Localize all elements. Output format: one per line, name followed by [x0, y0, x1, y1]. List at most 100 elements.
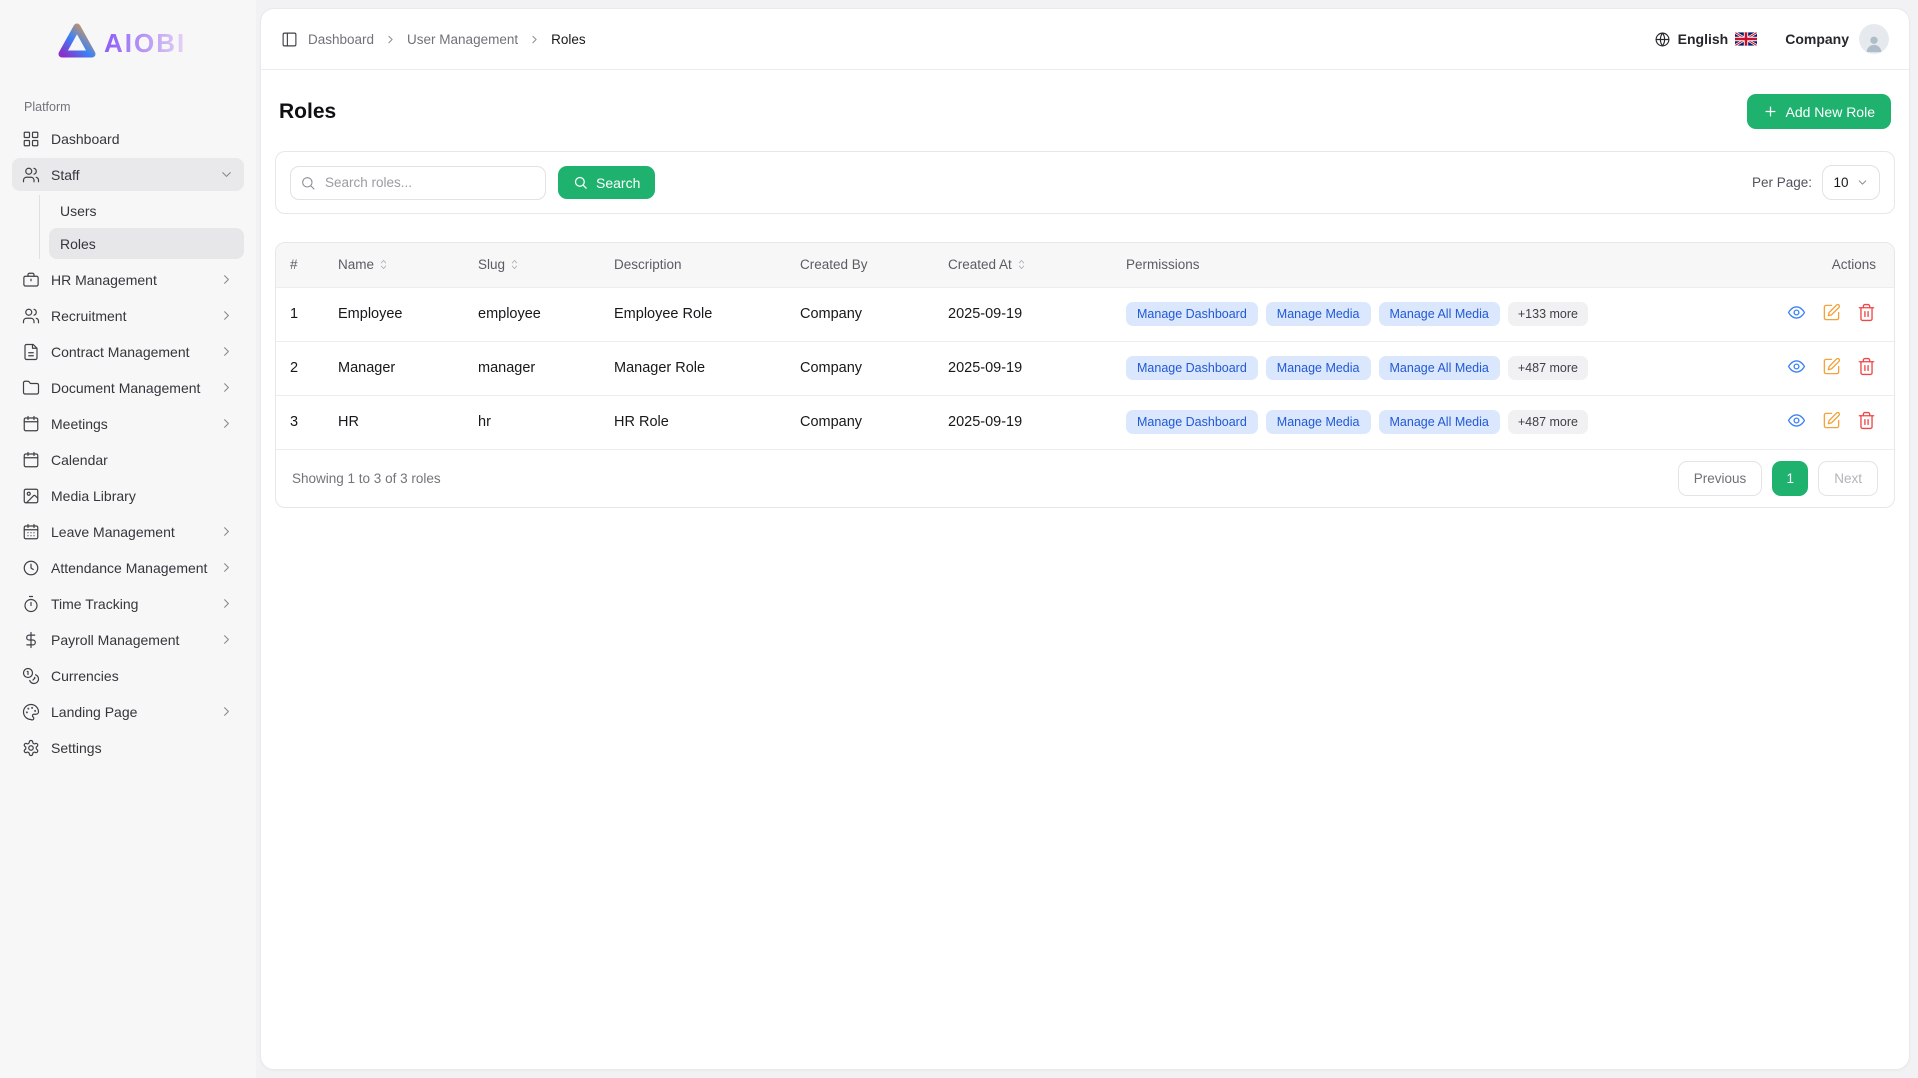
sidebar-item-payroll-management[interactable]: Payroll Management	[12, 623, 244, 656]
column-created-at[interactable]: Created At	[934, 243, 1112, 287]
calendar-icon	[22, 415, 40, 433]
cell-num: 2	[276, 341, 324, 395]
sidebar-section-label: Platform	[0, 90, 256, 122]
sidebar-item-attendance-management[interactable]: Attendance Management	[12, 551, 244, 584]
table-header-row: # Name Slug Description Created By Creat…	[276, 243, 1894, 287]
sidebar-item-settings[interactable]: Settings	[12, 731, 244, 764]
brand-logo: AIOBI	[0, 0, 256, 90]
sidebar-item-document-management[interactable]: Document Management	[12, 371, 244, 404]
sidebar-item-currencies[interactable]: Currencies	[12, 659, 244, 692]
column-num: #	[276, 243, 324, 287]
edit-icon[interactable]	[1822, 303, 1841, 322]
sidebar-item-media-library[interactable]: Media Library	[12, 479, 244, 512]
cell-created-by: Company	[786, 395, 934, 449]
column-slug[interactable]: Slug	[464, 243, 600, 287]
sidebar-item-leave-management[interactable]: Leave Management	[12, 515, 244, 548]
permission-badge: Manage Media	[1266, 410, 1371, 434]
per-page-select[interactable]: 10	[1822, 165, 1880, 200]
sidebar-item-label: Time Tracking	[51, 596, 138, 612]
cell-name: Employee	[324, 287, 464, 341]
next-page-button[interactable]: Next	[1818, 461, 1878, 496]
more-permissions-badge: +487 more	[1508, 410, 1588, 434]
column-name[interactable]: Name	[324, 243, 464, 287]
cell-name: HR	[324, 395, 464, 449]
account-menu[interactable]: Company	[1785, 24, 1889, 54]
page-1-button[interactable]: 1	[1772, 461, 1808, 496]
sidebar-item-recruitment[interactable]: Recruitment	[12, 299, 244, 332]
delete-icon[interactable]	[1857, 303, 1876, 322]
permission-badge: Manage All Media	[1379, 356, 1500, 380]
sidebar-item-dashboard[interactable]: Dashboard	[12, 122, 244, 155]
sidebar-toggle-icon[interactable]	[281, 31, 298, 48]
cell-slug: employee	[464, 287, 600, 341]
per-page-label: Per Page:	[1752, 175, 1812, 190]
dashboard-grid-icon	[22, 130, 40, 148]
sidebar-item-label: Payroll Management	[51, 632, 179, 648]
roles-table-container: # Name Slug Description Created By Creat…	[275, 242, 1895, 508]
cell-actions	[1764, 395, 1894, 449]
app-root: AIOBI Platform Dashboard Staff Users Rol…	[0, 0, 1918, 1078]
permission-badge: Manage Dashboard	[1126, 356, 1258, 380]
search-button[interactable]: Search	[558, 166, 655, 199]
sidebar-item-label: Media Library	[51, 488, 136, 504]
table-row: 3 HR hr HR Role Company 2025-09-19 Manag…	[276, 395, 1894, 449]
chevron-right-icon	[219, 416, 234, 431]
breadcrumb: Dashboard User Management Roles	[281, 31, 586, 48]
sidebar-item-label: Staff	[51, 167, 80, 183]
search-icon	[573, 175, 588, 190]
cell-created-at: 2025-09-19	[934, 395, 1112, 449]
delete-icon[interactable]	[1857, 357, 1876, 376]
delete-icon[interactable]	[1857, 411, 1876, 430]
sidebar-item-landing-page[interactable]: Landing Page	[12, 695, 244, 728]
cell-created-at: 2025-09-19	[934, 287, 1112, 341]
chevron-down-icon	[1856, 176, 1869, 189]
sidebar-item-hr-management[interactable]: HR Management	[12, 263, 244, 296]
add-new-role-button[interactable]: Add New Role	[1747, 94, 1892, 129]
staff-subnav: Users Roles	[39, 195, 244, 259]
view-icon[interactable]	[1787, 303, 1806, 322]
view-icon[interactable]	[1787, 357, 1806, 376]
sidebar-item-label: Currencies	[51, 668, 119, 684]
sidebar-item-label: Attendance Management	[51, 560, 207, 576]
cell-description: Manager Role	[600, 341, 786, 395]
search-input[interactable]	[290, 166, 546, 200]
sidebar-item-label: HR Management	[51, 272, 157, 288]
breadcrumb-user-management[interactable]: User Management	[407, 32, 518, 47]
sidebar-item-label: Users	[60, 203, 97, 219]
sidebar-item-time-tracking[interactable]: Time Tracking	[12, 587, 244, 620]
sidebar-item-calendar[interactable]: Calendar	[12, 443, 244, 476]
search-box	[290, 166, 546, 200]
view-icon[interactable]	[1787, 411, 1806, 430]
permission-badge: Manage Media	[1266, 356, 1371, 380]
add-new-role-label: Add New Role	[1786, 104, 1876, 120]
permission-badge: Manage All Media	[1379, 410, 1500, 434]
clock-icon	[22, 559, 40, 577]
previous-page-button[interactable]: Previous	[1678, 461, 1763, 496]
sidebar-item-label: Leave Management	[51, 524, 175, 540]
sidebar-item-meetings[interactable]: Meetings	[12, 407, 244, 440]
cell-created-by: Company	[786, 341, 934, 395]
chevron-right-icon	[219, 272, 234, 287]
sidebar-item-users[interactable]: Users	[49, 195, 244, 226]
column-permissions: Permissions	[1112, 243, 1764, 287]
sort-icon	[510, 259, 519, 270]
edit-icon[interactable]	[1822, 411, 1841, 430]
topbar-right: English Company	[1654, 24, 1889, 54]
table-row: 2 Manager manager Manager Role Company 2…	[276, 341, 1894, 395]
edit-icon[interactable]	[1822, 357, 1841, 376]
folder-icon	[22, 379, 40, 397]
sidebar-item-roles[interactable]: Roles	[49, 228, 244, 259]
page-title: Roles	[279, 100, 336, 124]
sort-icon	[379, 259, 388, 270]
chevron-down-icon	[219, 167, 234, 182]
sidebar-item-staff[interactable]: Staff	[12, 158, 244, 191]
breadcrumb-dashboard[interactable]: Dashboard	[308, 32, 374, 47]
language-switcher[interactable]: English	[1654, 31, 1758, 48]
per-page-value: 10	[1833, 175, 1848, 190]
sidebar-nav: Dashboard Staff Users Roles HR Managemen…	[0, 122, 256, 764]
users-icon	[22, 307, 40, 325]
topbar: Dashboard User Management Roles English …	[261, 9, 1909, 70]
more-permissions-badge: +133 more	[1508, 302, 1588, 326]
search-toolbar: Search Per Page: 10	[275, 151, 1895, 214]
sidebar-item-contract-management[interactable]: Contract Management	[12, 335, 244, 368]
